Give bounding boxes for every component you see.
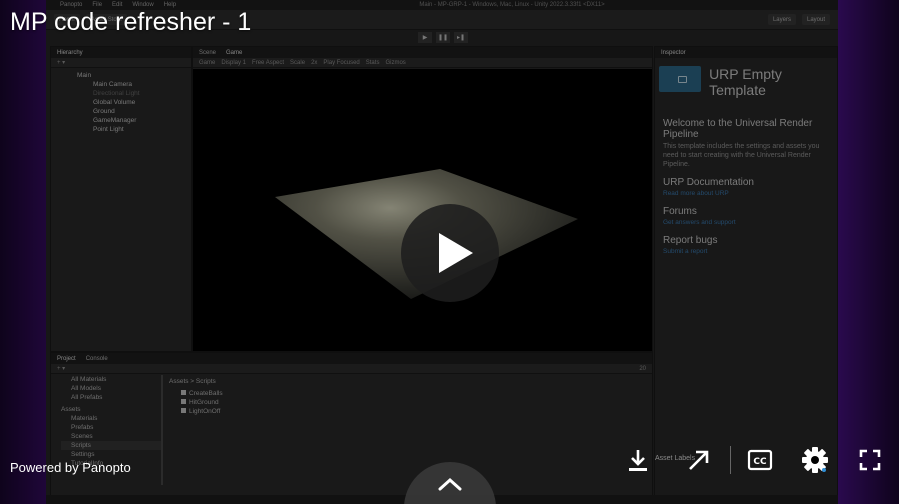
favorite-item[interactable]: All Prefabs — [61, 393, 161, 402]
download-icon — [629, 450, 647, 471]
project-folder-tree: All Materials All Models All Prefabs Ass… — [51, 375, 161, 503]
folder-item[interactable]: Materials — [61, 414, 161, 423]
scale-value[interactable]: 2x — [311, 60, 317, 66]
video-title: MP code refresher - 1 — [10, 8, 252, 36]
forums-heading: Forums — [663, 206, 697, 217]
scale-label: Scale — [290, 59, 306, 66]
docs-link[interactable]: Read more about URP — [663, 189, 829, 198]
folder-item[interactable]: Scripts — [61, 441, 161, 450]
create-button[interactable]: + ▾ — [57, 59, 65, 66]
tab-game[interactable]: Game — [226, 50, 242, 56]
play-icon[interactable] — [401, 204, 499, 302]
folder-item[interactable]: Prefabs — [61, 423, 161, 432]
hierarchy-item[interactable]: Ground — [65, 107, 191, 116]
controls-divider — [730, 446, 731, 474]
video-player: Panopto File Edit Window Help Main - MP-… — [0, 0, 899, 504]
folder-item[interactable]: Scenes — [61, 432, 161, 441]
gizmos-button[interactable]: Gizmos — [385, 60, 405, 66]
hierarchy-panel: Hierarchy + ▾ Main Main Camera Direction… — [50, 46, 192, 352]
favorite-item[interactable]: All Materials — [61, 375, 161, 384]
powered-by-label[interactable]: Powered by Panopto — [10, 460, 131, 475]
tab-scene[interactable]: Scene — [199, 50, 216, 56]
inspector-title: URP Empty Template — [709, 66, 782, 98]
tab-console[interactable]: Console — [86, 356, 108, 362]
fullscreen-button[interactable] — [855, 445, 885, 475]
download-button[interactable] — [623, 445, 653, 475]
hierarchy-item[interactable]: Point Light — [65, 125, 191, 134]
project-create-button[interactable]: + ▾ — [57, 365, 65, 372]
desktop-backdrop-right — [837, 0, 899, 504]
game-view-panel: Scene Game Game Display 1 Free Aspect Sc… — [192, 46, 653, 352]
stats-button[interactable]: Stats — [366, 60, 380, 66]
layers-dropdown[interactable]: Layers — [767, 14, 796, 25]
svg-text:CC: CC — [753, 457, 767, 467]
breadcrumb[interactable]: Assets > Scripts — [169, 377, 223, 386]
closed-captions-icon: CC — [747, 449, 773, 471]
settings-button[interactable] — [800, 445, 830, 475]
welcome-heading: Welcome to the Universal Render Pipeline — [663, 118, 813, 140]
layout-dropdown[interactable]: Layout — [801, 14, 830, 25]
tab-inspector[interactable]: Inspector — [661, 50, 686, 56]
hierarchy-scene-root[interactable]: Main — [65, 71, 191, 80]
editor-step-button[interactable]: ▸❚ — [454, 32, 468, 43]
hierarchy-item[interactable]: Main Camera — [65, 80, 191, 89]
game-mode-dropdown[interactable]: Game — [199, 60, 215, 66]
popout-icon — [689, 450, 709, 470]
aspect-dropdown[interactable]: Free Aspect — [252, 60, 284, 66]
popout-button[interactable] — [684, 445, 714, 475]
editor-pause-button[interactable]: ❚❚ — [436, 32, 450, 43]
script-file[interactable]: LightOnOff — [169, 407, 223, 416]
play-controls: ▶ ❚❚ ▸❚ — [418, 32, 468, 43]
window-title: Main - MP-GRP-1 - Windows, Mac, Linux - … — [419, 2, 605, 8]
fullscreen-icon — [859, 449, 881, 471]
closed-captions-button[interactable]: CC — [745, 445, 775, 475]
script-file[interactable]: HitGround — [169, 398, 223, 407]
welcome-text: This template includes the settings and … — [663, 143, 820, 168]
tab-project[interactable]: Project — [57, 356, 76, 362]
template-logo — [659, 66, 702, 92]
assets-folder[interactable]: Assets — [61, 405, 161, 414]
chevron-up-icon — [438, 477, 462, 491]
forums-link[interactable]: Get answers and support — [663, 218, 829, 227]
asset-count: 20 — [639, 365, 646, 372]
bugs-heading: Report bugs — [663, 235, 718, 246]
hierarchy-item[interactable]: Directional Light — [65, 89, 191, 98]
tab-hierarchy[interactable]: Hierarchy — [57, 50, 83, 56]
docs-heading: URP Documentation — [663, 177, 754, 188]
splitter[interactable] — [161, 375, 163, 485]
settings-icon — [802, 447, 828, 473]
desktop-backdrop-left — [0, 0, 52, 504]
project-panel: Project Console + ▾ 20 All Materials All… — [50, 352, 653, 504]
folder-item[interactable]: Settings — [61, 450, 161, 459]
hierarchy-item[interactable]: GameManager — [65, 116, 191, 125]
bugs-link[interactable]: Submit a report — [663, 247, 829, 256]
favorite-item[interactable]: All Models — [61, 384, 161, 393]
inspector-panel: Inspector URP Empty Template Welcome to … — [654, 46, 838, 504]
editor-play-button[interactable]: ▶ — [418, 32, 432, 43]
project-file-list: Assets > Scripts CreateBalls HitGround L… — [169, 377, 223, 416]
hierarchy-item[interactable]: Global Volume — [65, 98, 191, 107]
display-dropdown[interactable]: Display 1 — [221, 60, 246, 66]
play-focused-dropdown[interactable]: Play Focused — [323, 60, 359, 66]
script-file[interactable]: CreateBalls — [169, 389, 223, 398]
